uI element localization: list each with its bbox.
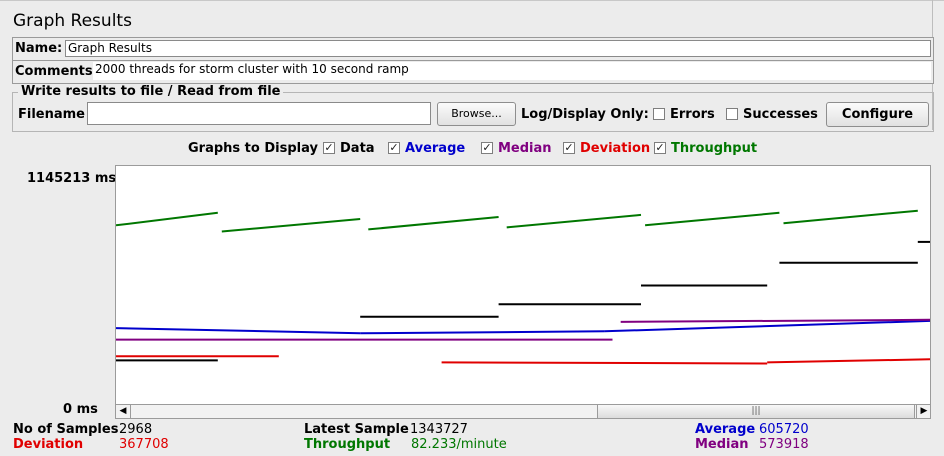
name-label: Name: — [15, 41, 63, 56]
y-min-label: 0 ms — [63, 402, 98, 417]
deviation-line-segment — [767, 358, 931, 364]
scroll-right-arrow-icon[interactable]: ▶ — [916, 405, 931, 418]
deviation-value: 367708 — [119, 437, 169, 452]
graph-option-median-checkbox[interactable]: ✓ — [481, 142, 493, 154]
samples-value: 2968 — [119, 422, 153, 437]
errors-checkbox[interactable] — [653, 108, 665, 120]
browse-button[interactable]: Browse... — [437, 102, 516, 126]
throughput-line-segment — [645, 211, 780, 227]
file-group-title: Write results to file / Read from file — [18, 84, 284, 99]
throughput-label: Throughput — [304, 437, 391, 452]
throughput-line-segment — [506, 213, 642, 229]
latest-sample-label: Latest Sample — [304, 422, 409, 437]
throughput-line-segment — [221, 218, 361, 233]
graph-option-average-label: Average — [405, 141, 466, 156]
throughput-line-segment — [368, 216, 499, 231]
graph-option-throughput-checkbox[interactable]: ✓ — [654, 142, 666, 154]
latest-sample-value: 1343727 — [410, 422, 468, 437]
filename-label: Filename — [18, 107, 85, 122]
graph-option-deviation-checkbox[interactable]: ✓ — [563, 142, 575, 154]
y-max-label: 1145213 ms — [27, 171, 117, 186]
horizontal-scrollbar[interactable]: ◀ ||| ▶ — [115, 404, 931, 419]
graph-option-average-checkbox[interactable]: ✓ — [388, 142, 400, 154]
median-value: 573918 — [759, 437, 809, 452]
deviation-label: Deviation — [13, 437, 84, 452]
top-border — [0, 0, 944, 1]
filename-input[interactable] — [87, 102, 431, 125]
log-display-label: Log/Display Only: — [521, 107, 649, 122]
graph-option-data-checkbox[interactable]: ✓ — [323, 142, 335, 154]
throughput-line-segment — [115, 211, 218, 227]
average-line-segment — [115, 327, 361, 335]
page-title: Graph Results — [13, 11, 132, 31]
errors-label: Errors — [670, 107, 715, 122]
graph-option-data-label: Data — [340, 141, 375, 156]
scroll-left-arrow-icon[interactable]: ◀ — [116, 405, 131, 418]
average-value: 605720 — [759, 422, 809, 437]
name-field[interactable]: Graph Results — [65, 40, 931, 57]
successes-label: Successes — [743, 107, 818, 122]
throughput-value: 82.233/minute — [411, 437, 507, 452]
successes-checkbox[interactable] — [726, 108, 738, 120]
median-label: Median — [695, 437, 749, 452]
samples-label: No of Samples — [13, 422, 119, 437]
graph-option-median-label: Median — [498, 141, 552, 156]
graph-panel — [115, 165, 931, 405]
throughput-line-segment — [783, 209, 918, 225]
graph-plot — [115, 209, 931, 365]
average-line-segment — [360, 330, 605, 335]
scroll-thumb[interactable]: ||| — [597, 405, 915, 418]
average-label: Average — [695, 422, 756, 437]
configure-button[interactable]: Configure — [826, 102, 929, 127]
graph-option-deviation-label: Deviation — [580, 141, 651, 156]
comments-field[interactable]: 2000 threads for storm cluster with 10 s… — [93, 62, 931, 80]
graph-option-throughput-label: Throughput — [671, 141, 758, 156]
deviation-line-segment — [441, 361, 768, 365]
graphs-to-display-label: Graphs to Display — [188, 141, 318, 156]
comments-label: Comments: — [15, 64, 98, 79]
